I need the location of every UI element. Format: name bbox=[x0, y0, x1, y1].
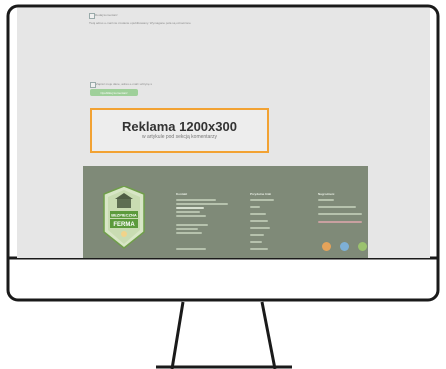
footer-link[interactable] bbox=[318, 213, 362, 215]
footer-col-contact-title: Kontakt bbox=[176, 192, 188, 196]
footer-link[interactable] bbox=[318, 199, 334, 201]
logo-line2: FERMA bbox=[113, 222, 135, 228]
intro-text: Twój adres e-mail nie zostanie opublikow… bbox=[89, 21, 191, 25]
footer-link[interactable] bbox=[250, 213, 266, 215]
footer-link[interactable] bbox=[176, 199, 216, 201]
monitor-stand bbox=[170, 301, 277, 369]
ad-subtitle: w artykule pod sekcją komentarzy bbox=[141, 134, 218, 140]
footer-link[interactable] bbox=[250, 234, 264, 236]
footer-link[interactable] bbox=[176, 203, 228, 205]
author-label: Dodaj komentarz bbox=[95, 13, 118, 17]
site-footer: BEZPIECZNA FERMA Kontakt Przydatne linki… bbox=[83, 166, 368, 258]
award-icon[interactable] bbox=[358, 242, 367, 251]
flags-row bbox=[318, 221, 362, 223]
footer-link[interactable] bbox=[318, 206, 356, 208]
farm-logo: BEZPIECZNA FERMA bbox=[103, 186, 145, 249]
footer-link[interactable] bbox=[176, 228, 198, 230]
award-icon[interactable] bbox=[322, 242, 331, 251]
footer-link[interactable] bbox=[250, 206, 260, 208]
save-data-label: Zapisz moje dane, adres e-mail i witrynę… bbox=[96, 82, 152, 86]
submit-comment-button[interactable]: Opublikuj komentarz bbox=[90, 89, 138, 96]
footer-link[interactable] bbox=[176, 211, 200, 213]
award-icon[interactable] bbox=[340, 242, 349, 251]
logo-line1: BEZPIECZNA bbox=[111, 213, 137, 218]
footer-link[interactable] bbox=[176, 215, 206, 217]
ad-banner[interactable]: Reklama 1200x300 w artykule pod sekcją k… bbox=[90, 108, 269, 153]
footer-link[interactable] bbox=[176, 207, 204, 209]
footer-link[interactable] bbox=[250, 199, 274, 201]
monitor-screen: Dodaj komentarz Twój adres e-mail nie zo… bbox=[17, 8, 430, 258]
footer-link[interactable] bbox=[176, 248, 206, 250]
footer-link[interactable] bbox=[250, 248, 268, 250]
footer-link[interactable] bbox=[250, 227, 270, 229]
ad-title: Reklama 1200x300 bbox=[122, 119, 237, 134]
footer-link[interactable] bbox=[250, 241, 262, 243]
footer-link[interactable] bbox=[176, 224, 208, 226]
footer-col-awards-title: Nagrodzeni bbox=[318, 192, 335, 196]
footer-col-links-title: Przydatne linki bbox=[250, 192, 272, 196]
footer-link[interactable] bbox=[176, 232, 202, 234]
footer-link[interactable] bbox=[250, 220, 268, 222]
